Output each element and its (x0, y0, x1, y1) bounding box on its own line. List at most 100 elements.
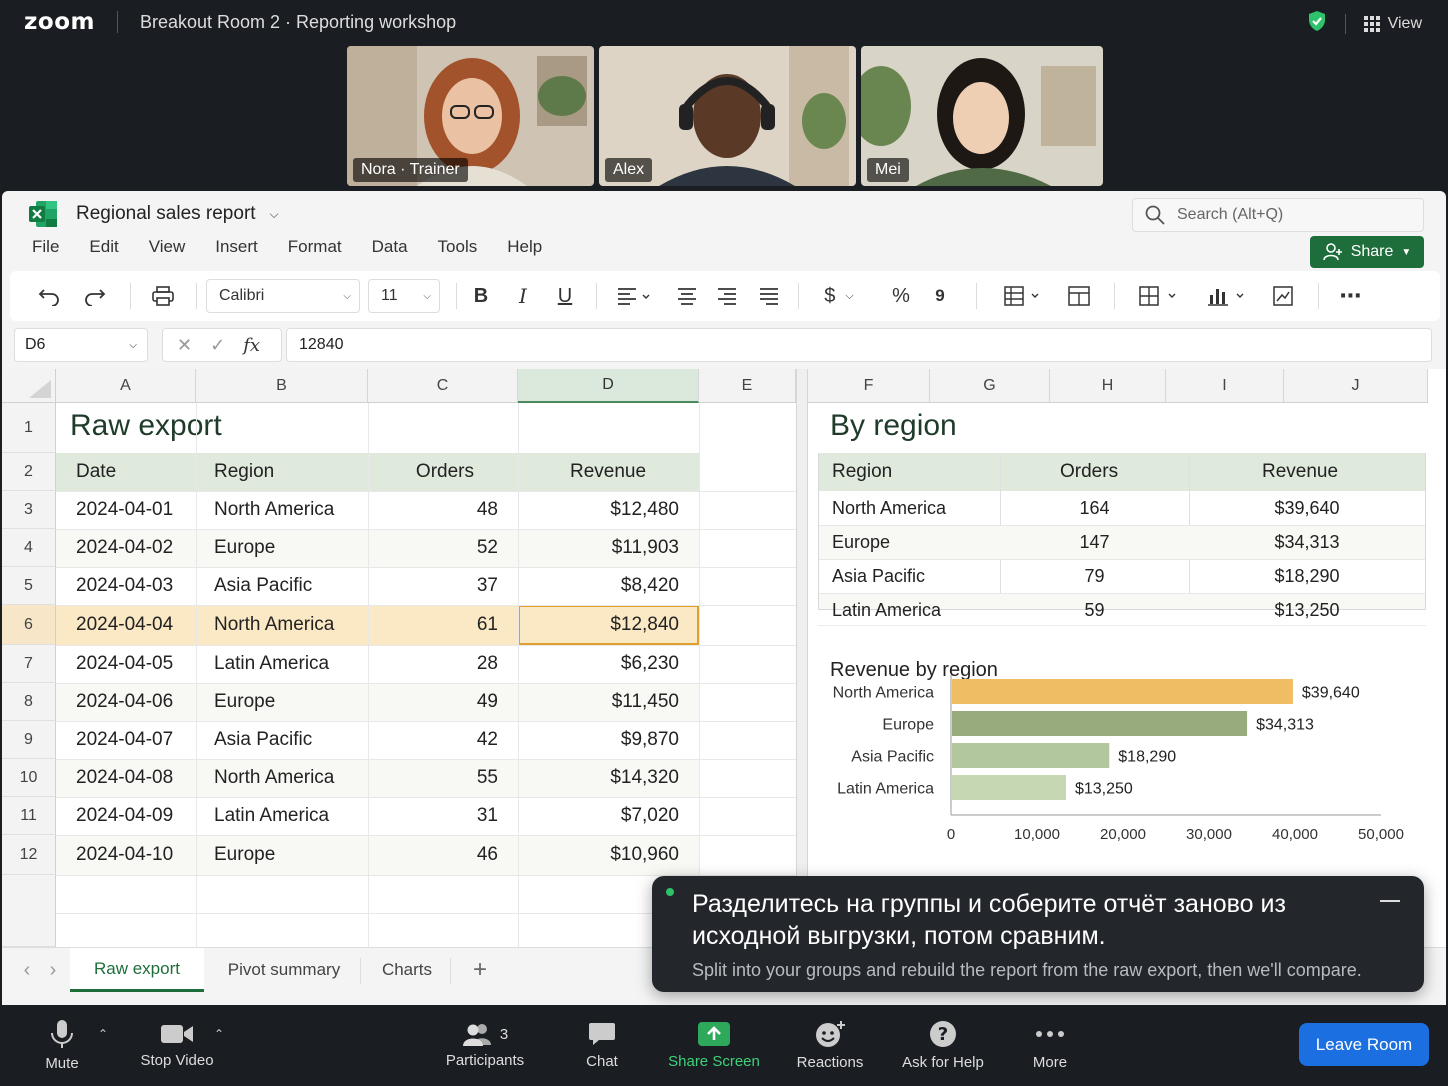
video-tile-nora[interactable]: Nora · Trainer (347, 46, 594, 186)
header-date[interactable]: Date (76, 453, 116, 491)
chevron-left-icon[interactable]: ‹ (14, 948, 40, 992)
header-revenue[interactable]: Revenue (1262, 453, 1338, 491)
cell-revenue[interactable]: $34,313 (1189, 525, 1425, 559)
menu-edit[interactable]: Edit (89, 237, 118, 267)
cell-orders[interactable]: 147 (1000, 525, 1189, 559)
column-header-a[interactable]: A (56, 369, 196, 403)
cell-revenue[interactable]: $11,450 (518, 683, 679, 721)
header-region[interactable]: Region (832, 453, 892, 491)
tab-raw-export[interactable]: Raw export (70, 948, 204, 992)
column-header-b[interactable]: B (196, 369, 368, 403)
video-tile-alex[interactable]: Alex (599, 46, 856, 186)
row-header[interactable]: 6 (2, 605, 56, 645)
row-header[interactable]: 10 (2, 759, 56, 797)
justify-icon[interactable] (754, 271, 784, 321)
cell-region[interactable]: North America (214, 491, 334, 529)
cell-revenue[interactable]: $14,320 (518, 759, 679, 797)
add-sheet-button[interactable]: + (458, 948, 502, 992)
percent-button[interactable]: % (886, 271, 916, 321)
column-header-h[interactable]: H (1050, 369, 1166, 403)
cell-revenue[interactable]: $6,230 (518, 645, 679, 683)
cell-date[interactable]: 2024-04-02 (76, 529, 173, 567)
cell-date[interactable]: 2024-04-06 (76, 683, 173, 721)
select-all-corner[interactable] (2, 369, 56, 403)
participants-button[interactable]: 3 Participants (444, 1005, 526, 1086)
cell-region[interactable]: Asia Pacific (832, 559, 925, 593)
cell-date[interactable]: 2024-04-04 (76, 605, 173, 645)
print-icon[interactable] (148, 271, 178, 321)
cell-orders[interactable]: 164 (1000, 491, 1189, 525)
document-title[interactable]: Regional sales report (76, 203, 256, 225)
align-center-icon[interactable] (672, 271, 702, 321)
cell-date[interactable]: 2024-04-01 (76, 491, 173, 529)
undo-icon[interactable] (34, 271, 64, 321)
cell-region[interactable]: North America (214, 759, 334, 797)
cell-region[interactable]: Europe (214, 529, 275, 567)
spreadsheet-grid[interactable]: A B C D E F G H I J 1 2 3 4 5 6 7 8 9 10… (2, 369, 1446, 947)
cell-orders[interactable]: 46 (368, 835, 498, 875)
chevron-right-icon[interactable]: › (40, 948, 66, 992)
cell-date[interactable]: 2024-04-07 (76, 721, 173, 759)
image-icon[interactable] (1268, 271, 1298, 321)
cell-date[interactable]: 2024-04-09 (76, 797, 173, 835)
confirm-icon[interactable]: ✓ (210, 335, 225, 356)
by-region-title[interactable]: By region (830, 409, 957, 443)
cell-revenue[interactable]: $10,960 (518, 835, 679, 875)
cancel-icon[interactable]: ✕ (177, 335, 192, 356)
row-header[interactable]: 1 (2, 403, 56, 453)
cell-orders[interactable]: 42 (368, 721, 498, 759)
cell-date[interactable]: 2024-04-05 (76, 645, 173, 683)
font-size-select[interactable]: 11 ⌵ (368, 279, 440, 313)
leave-room-button[interactable]: Leave Room (1299, 1023, 1429, 1066)
chevron-down-icon[interactable]: ⌵ (270, 207, 279, 222)
header-orders[interactable]: Orders (368, 453, 474, 491)
column-header-e[interactable]: E (699, 369, 796, 403)
merge-cells-icon[interactable] (1064, 271, 1094, 321)
row-header[interactable]: 9 (2, 721, 56, 759)
cell-revenue[interactable]: $9,870 (518, 721, 679, 759)
cell-region[interactable]: North America (214, 605, 334, 645)
underline-button[interactable]: U (550, 271, 580, 321)
cell-region[interactable]: Europe (214, 835, 275, 875)
cell-revenue[interactable]: $11,903 (518, 529, 679, 567)
tab-pivot-summary[interactable]: Pivot summary (208, 948, 360, 992)
cell-orders[interactable]: 61 (368, 605, 498, 645)
row-header[interactable]: 8 (2, 683, 56, 721)
more-button[interactable]: More (1024, 1005, 1076, 1086)
revenue-bar-chart[interactable]: North America $39,640 Europe $34,313 Asia Pa… (812, 669, 1432, 859)
name-box[interactable]: D6 ⌵ (14, 328, 148, 362)
cell-region[interactable]: Latin America (214, 797, 329, 835)
cell-date[interactable]: 2024-04-10 (76, 835, 173, 875)
shield-icon[interactable] (1307, 10, 1327, 37)
comma-style-button[interactable]: 9 (928, 271, 952, 321)
chevron-up-icon[interactable]: ⌃ (98, 1027, 108, 1041)
ask-for-help-button[interactable]: ? Ask for Help (898, 1005, 988, 1086)
share-screen-button[interactable]: Share Screen (668, 1005, 760, 1086)
column-header-d[interactable]: D (518, 369, 699, 403)
cell-revenue[interactable]: $8,420 (518, 567, 679, 605)
column-header-f[interactable]: F (808, 369, 930, 403)
cell-orders[interactable]: 48 (368, 491, 498, 529)
menu-data[interactable]: Data (372, 237, 408, 267)
column-header-g[interactable]: G (930, 369, 1050, 403)
row-header[interactable]: 11 (2, 797, 56, 835)
cell-region[interactable]: North America (832, 491, 946, 525)
raw-export-title[interactable]: Raw export (70, 409, 222, 443)
more-options-icon[interactable]: ⋯ (1336, 271, 1366, 321)
currency-dropdown[interactable]: $ ⌵ (814, 271, 864, 321)
search-input[interactable]: Search (Alt+Q) (1132, 198, 1424, 232)
chevron-up-icon[interactable]: ⌃ (214, 1027, 224, 1041)
menu-tools[interactable]: Tools (438, 237, 478, 267)
cell-region[interactable]: Latin America (832, 593, 941, 627)
cell-date[interactable]: 2024-04-08 (76, 759, 173, 797)
column-header-c[interactable]: C (368, 369, 518, 403)
bold-button[interactable]: B (466, 271, 496, 321)
menu-view[interactable]: View (149, 237, 186, 267)
cell-region[interactable]: Latin America (214, 645, 329, 683)
minimize-icon[interactable] (1380, 900, 1400, 902)
menu-file[interactable]: File (32, 237, 59, 267)
cell-region[interactable]: Europe (832, 525, 890, 559)
redo-icon[interactable] (80, 271, 110, 321)
column-header-j[interactable]: J (1284, 369, 1428, 403)
menu-help[interactable]: Help (507, 237, 542, 267)
